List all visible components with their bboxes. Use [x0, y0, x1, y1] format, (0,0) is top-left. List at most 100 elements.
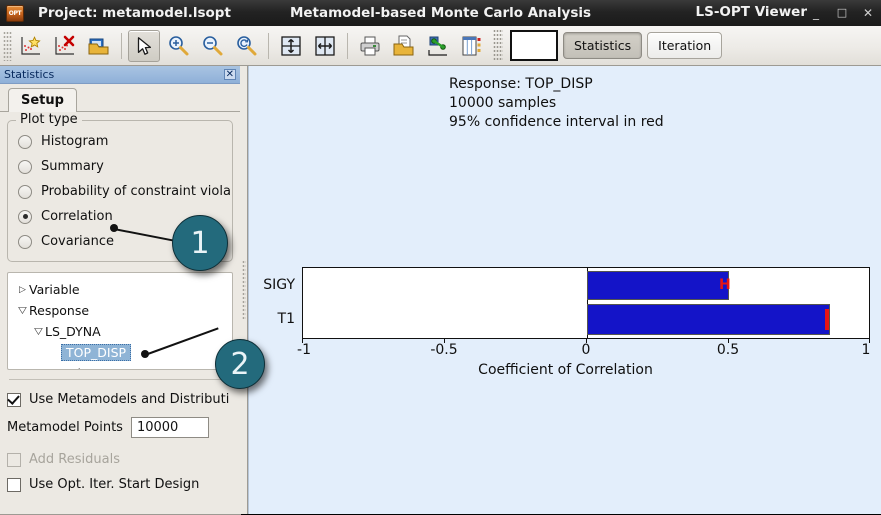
checkbox-indicator: [7, 477, 21, 492]
zoom-reset-icon[interactable]: [230, 30, 262, 62]
dock-title-label: Statistics: [4, 68, 55, 81]
plot-type-legend: Plot type: [16, 112, 82, 127]
checkbox-label: Add Residuals: [29, 452, 120, 467]
metamodel-points-label: Metamodel Points: [7, 420, 123, 435]
bar-sigy: [587, 271, 729, 300]
radio-label: Histogram: [41, 134, 109, 149]
dock-body: Plot type Histogram Summary Probability …: [0, 112, 240, 497]
radio-indicator: [18, 159, 32, 174]
error-bar-sigy: H: [719, 277, 731, 293]
error-bar-t1: [825, 309, 829, 330]
metamodel-points-input[interactable]: 10000: [130, 417, 209, 438]
add-plot-icon[interactable]: [15, 30, 47, 62]
tree-item-variable[interactable]: ▷ Variable: [8, 279, 232, 300]
tab-statistics[interactable]: Statistics: [563, 32, 643, 59]
x-tick-label: 0: [581, 342, 591, 358]
scatter-plot-icon[interactable]: [422, 30, 454, 62]
checkbox-indicator: [7, 392, 21, 407]
chevron-right-icon[interactable]: ▷: [16, 369, 29, 370]
toolbar-separator: [121, 32, 122, 59]
statistics-dock-panel: Statistics ✕ Setup Plot type Histogram S…: [0, 66, 241, 515]
open-plot-icon[interactable]: [83, 30, 115, 62]
annotation-badge-2: 2: [215, 339, 265, 389]
x-tick-label: 1: [861, 342, 871, 358]
metamodel-points-row: Metamodel Points 10000: [7, 417, 233, 438]
radio-indicator: [18, 134, 32, 149]
application-window: OPT Project: metamodel.lsopt Metamodel-b…: [0, 0, 881, 515]
delete-plot-icon[interactable]: [49, 30, 81, 62]
x-axis-title: Coefficient of Correlation: [478, 362, 653, 378]
app-name-label: LS-OPT Viewer: [695, 4, 808, 20]
tree-item-response[interactable]: ▽ Response: [8, 300, 232, 321]
dock-title-bar: Statistics ✕: [0, 66, 240, 84]
title-bar: OPT Project: metamodel.lsopt Metamodel-b…: [0, 0, 881, 27]
radio-label: Covariance: [41, 234, 114, 249]
dock-splitter[interactable]: [240, 66, 248, 514]
chevron-down-icon[interactable]: ▽: [30, 327, 46, 337]
radio-label: Summary: [41, 159, 104, 174]
window-controls: _ □ ✕: [809, 0, 875, 26]
tree-item-label: Constraint: [29, 366, 94, 369]
checkbox-add-residuals: Add Residuals: [7, 447, 233, 472]
radio-indicator: [18, 209, 32, 224]
plot-title: Response: TOP_DISP 10000 samples 95% con…: [449, 75, 664, 132]
close-button[interactable]: ✕: [861, 6, 875, 20]
plot-title-line-3: 95% confidence interval in red: [449, 114, 664, 130]
plot-title-line-2: 10000 samples: [449, 95, 557, 111]
tab-iteration[interactable]: Iteration: [647, 32, 723, 59]
tree-item-label: Response: [29, 303, 90, 318]
main-toolbar: Statistics Iteration: [0, 26, 881, 66]
project-title: Project: metamodel.lsopt: [38, 5, 231, 21]
checkbox-use-opt-iter-start-design[interactable]: Use Opt. Iter. Start Design: [7, 472, 233, 497]
checkbox-indicator: [7, 452, 21, 467]
split-horizontal-icon[interactable]: [275, 30, 307, 62]
tree-item-constraint[interactable]: ▷ Constraint: [8, 363, 232, 370]
plot-frame: H: [302, 267, 870, 339]
zoom-in-icon[interactable]: [162, 30, 194, 62]
tree-item-top-disp[interactable]: TOP_DISP: [8, 342, 232, 363]
tree-item-label: LS_DYNA: [45, 324, 101, 339]
tree-item-ls-dyna[interactable]: ▽ LS_DYNA: [8, 321, 232, 342]
y-tick-label-t1: T1: [277, 311, 295, 327]
tree-item-label: Variable: [29, 282, 80, 297]
minimize-button[interactable]: _: [809, 6, 823, 20]
radio-histogram[interactable]: Histogram: [18, 129, 226, 154]
color-swatch[interactable]: [510, 30, 558, 61]
checkbox-use-metamodels[interactable]: Use Metamodels and Distributi: [7, 387, 233, 412]
chevron-right-icon[interactable]: ▷: [16, 285, 29, 295]
toolbar-grip[interactable]: [3, 30, 12, 61]
correlation-plot: Response: TOP_DISP 10000 samples 95% con…: [248, 66, 881, 514]
checkbox-label: Use Opt. Iter. Start Design: [29, 477, 200, 492]
plot-title-line-1: Response: TOP_DISP: [449, 76, 593, 92]
radio-summary[interactable]: Summary: [18, 154, 226, 179]
maximize-button[interactable]: □: [835, 6, 849, 20]
radio-label: Correlation: [41, 209, 113, 224]
entity-tree[interactable]: ▷ Variable ▽ Response ▽ LS_DYNA TOP_DISP…: [7, 272, 233, 370]
tab-setup[interactable]: Setup: [8, 88, 77, 112]
toolbar-separator: [347, 32, 348, 59]
x-tick-label: -0.5: [430, 342, 458, 358]
radio-label: Probability of constraint viola: [41, 184, 231, 199]
dock-close-icon[interactable]: ✕: [223, 69, 236, 80]
pointer-tool-icon[interactable]: [128, 29, 160, 62]
table-view-icon[interactable]: [456, 30, 488, 62]
chevron-down-icon[interactable]: ▽: [14, 306, 30, 316]
app-icon: OPT: [6, 4, 24, 22]
bar-t1: [587, 304, 830, 335]
radio-indicator: [18, 234, 32, 249]
radio-probability-of-constraint-violation[interactable]: Probability of constraint viola: [18, 179, 231, 204]
zoom-out-icon[interactable]: [196, 30, 228, 62]
x-tick-label: -1: [297, 342, 311, 358]
divider: [9, 379, 231, 380]
print-icon[interactable]: [354, 30, 386, 62]
toolbar-separator: [268, 32, 269, 59]
toolbar-grip-right[interactable]: [493, 29, 503, 62]
save-as-icon[interactable]: [388, 30, 420, 62]
tree-item-label: TOP_DISP: [61, 344, 132, 361]
x-tick-label: 0.5: [716, 342, 740, 358]
radio-indicator: [18, 184, 32, 199]
y-tick-label-sigy: SIGY: [263, 277, 295, 293]
dock-tabstrip: Setup: [0, 84, 240, 112]
split-vertical-icon[interactable]: [309, 30, 341, 62]
annotation-badge-1: 1: [172, 215, 228, 271]
